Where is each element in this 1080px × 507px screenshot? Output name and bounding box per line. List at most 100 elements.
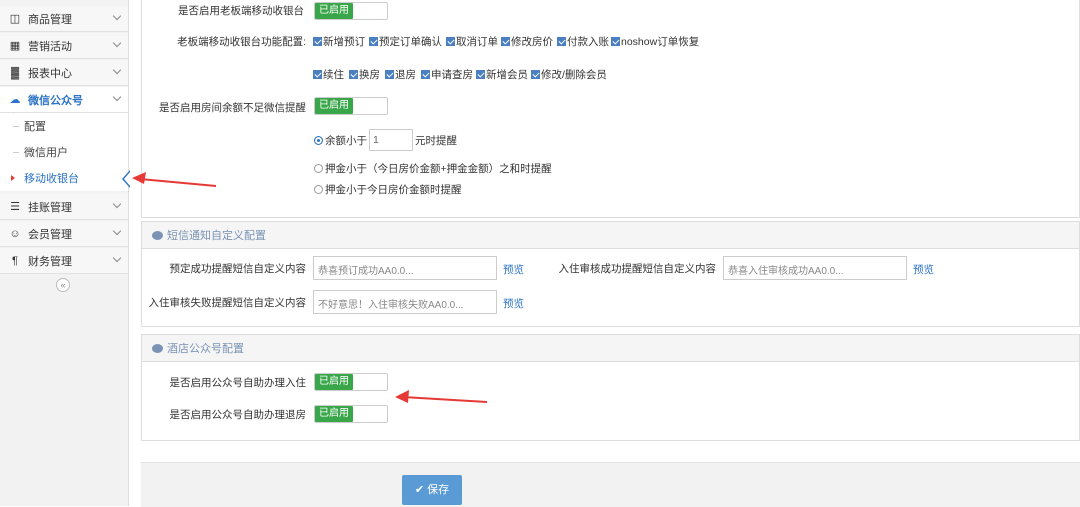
sidebar-item-wechat[interactable]: ☁ 微信公众号 <box>0 87 128 113</box>
chevron-down-icon <box>112 253 122 263</box>
checkbox-label: 申请查房 <box>431 69 473 81</box>
checkbox-checked-icon <box>501 37 510 46</box>
toggle-on-label: 已启用 <box>315 406 353 422</box>
save-button-label: 保存 <box>427 484 450 496</box>
checkbox-edit-member[interactable]: 修改/删除会员 <box>531 67 607 82</box>
checkbox-label: 付款入账 <box>567 36 609 48</box>
checkin-success-preview-link[interactable]: 预览 <box>913 262 934 277</box>
checkin-fail-sms-label: 入住审核失败提醒短信自定义内容 <box>148 297 307 309</box>
checkin-fail-preview-link[interactable]: 预览 <box>503 296 524 311</box>
sidebar-item-finance[interactable]: ¶ 财务管理 <box>0 248 128 274</box>
sidebar-subitem-label: 移动收银台 <box>24 173 79 185</box>
checkbox-label: 取消订单 <box>456 36 498 48</box>
list-icon: ☰ <box>10 201 20 213</box>
save-button[interactable]: ✔ 保存 <box>402 475 462 505</box>
sidebar-subitem-label: 配置 <box>24 121 46 133</box>
sidebar-subitem-config[interactable]: 配置 <box>0 113 128 139</box>
sidebar-item-label: 挂账管理 <box>28 201 72 214</box>
checkbox-payment[interactable]: 付款入账 <box>557 34 609 49</box>
booking-sms-input[interactable]: 恭喜预订成功AA0.0... <box>313 256 497 280</box>
checkin-success-sms-input[interactable]: 恭喜入住审核成功AA0.0... <box>723 256 907 280</box>
submenu-tick <box>13 126 19 127</box>
radio-label-suffix: 元时提醒 <box>415 134 457 147</box>
section-header: 短信通知自定义配置 <box>142 222 1079 249</box>
checkbox-noshow-restore[interactable]: noshow订单恢复 <box>611 34 699 49</box>
submenu-tick <box>13 152 19 153</box>
toggle-on-label: 已启用 <box>315 98 353 114</box>
checkbox-new-member[interactable]: 新增会员 <box>476 67 528 82</box>
toggle-on-label: 已启用 <box>315 374 353 390</box>
checkbox-checked-icon <box>476 70 485 79</box>
sidebar-item-marketing[interactable]: ▦ 营销活动 <box>0 33 128 59</box>
mobile-cashier-label: 是否启用老板端移动收银台 <box>178 5 304 17</box>
self-checkin-toggle[interactable]: 已启用 <box>314 373 388 391</box>
wechat-icon <box>152 343 163 353</box>
sidebar-item-label: 微信公众号 <box>28 94 83 107</box>
radio-unselected-icon <box>314 164 323 173</box>
checkbox-label: 新增预订 <box>323 36 365 48</box>
checkbox-room-check[interactable]: 申请查房 <box>421 67 473 82</box>
sidebar-item-products[interactable]: ◫ 商品管理 <box>0 6 128 32</box>
self-checkin-label: 是否启用公众号自助办理入住 <box>169 377 307 389</box>
radio-balance-below[interactable]: 余额小于 元时提醒 <box>314 129 457 151</box>
radio-label: 押金小于（今日房价金额+押金金额）之和时提醒 <box>325 163 552 175</box>
sidebar-subitem-mobile-cashier[interactable]: 移动收银台 <box>0 165 128 191</box>
sidebar: ◫ 商品管理 ▦ 营销活动 ▓ 报表中心 ☁ 微信公众号 配置 微信用户 移动收… <box>0 0 129 506</box>
checkbox-extend-stay[interactable]: 续住 <box>313 67 344 82</box>
sidebar-subitem-wechat-users[interactable]: 微信用户 <box>0 139 128 165</box>
checkbox-change-room[interactable]: 换房 <box>349 67 380 82</box>
chevron-down-icon <box>112 11 122 21</box>
radio-label: 押金小于今日房价金额时提醒 <box>325 184 462 196</box>
checkbox-label: 修改房价 <box>511 36 553 48</box>
radio-deposit-sum[interactable]: 押金小于（今日房价金额+押金金额）之和时提醒 <box>314 161 552 176</box>
self-checkout-toggle[interactable]: 已启用 <box>314 405 388 423</box>
checkbox-label: 修改/删除会员 <box>541 69 607 81</box>
sidebar-item-label: 报表中心 <box>28 67 72 80</box>
sidebar-item-members[interactable]: ☺ 会员管理 <box>0 221 128 247</box>
radio-deposit-price[interactable]: 押金小于今日房价金额时提醒 <box>314 182 462 197</box>
radio-unselected-icon <box>314 185 323 194</box>
section-header: 酒店公众号配置 <box>142 335 1079 362</box>
mobile-cashier-toggle[interactable]: 已启用 <box>314 2 388 20</box>
sidebar-item-reports[interactable]: ▓ 报表中心 <box>0 60 128 86</box>
section-title: 酒店公众号配置 <box>167 343 244 355</box>
balance-remind-toggle[interactable]: 已启用 <box>314 97 388 115</box>
checkbox-label: 新增会员 <box>486 69 528 81</box>
gift-icon: ▦ <box>9 40 21 52</box>
checkbox-booking-confirm[interactable]: 预定订单确认 <box>369 34 442 49</box>
self-checkout-label: 是否启用公众号自助办理退房 <box>169 409 307 421</box>
sidebar-item-credit[interactable]: ☰ 挂账管理 <box>0 194 128 220</box>
checkbox-checkout[interactable]: 退房 <box>385 67 416 82</box>
section-title: 短信通知自定义配置 <box>167 230 266 242</box>
check-icon: ✔ <box>414 484 428 496</box>
checkbox-checked-icon <box>385 70 394 79</box>
form-footer <box>141 462 1080 507</box>
bullet-icon <box>11 175 15 181</box>
balance-remind-label: 是否启用房间余额不足微信提醒 <box>159 102 306 114</box>
balance-threshold-input[interactable] <box>369 129 413 151</box>
checkbox-new-booking[interactable]: 新增预订 <box>313 34 365 49</box>
sidebar-collapse-button[interactable]: « <box>56 278 70 292</box>
toggle-on-label: 已启用 <box>315 3 353 19</box>
annotation-arrow-icon <box>395 390 488 403</box>
sidebar-item-label: 商品管理 <box>28 13 72 26</box>
booking-sms-label: 预定成功提醒短信自定义内容 <box>169 263 307 275</box>
checkbox-checked-icon <box>369 37 378 46</box>
checkbox-cancel-order[interactable]: 取消订单 <box>446 34 498 49</box>
checkbox-modify-price[interactable]: 修改房价 <box>501 34 553 49</box>
database-icon: ◫ <box>9 13 21 25</box>
checkbox-checked-icon <box>446 37 455 46</box>
chevron-down-icon <box>112 92 122 102</box>
checkbox-label: 退房 <box>395 69 416 81</box>
wechat-icon <box>152 230 163 240</box>
checkbox-checked-icon <box>313 37 322 46</box>
cloud-icon: ☁ <box>9 94 21 106</box>
booking-preview-link[interactable]: 预览 <box>503 262 524 277</box>
checkbox-label: 预定订单确认 <box>379 36 442 48</box>
chevron-down-icon <box>112 65 122 75</box>
checkbox-checked-icon <box>531 70 540 79</box>
sidebar-item-label: 会员管理 <box>28 228 72 241</box>
checkin-fail-sms-input[interactable]: 不好意思！入住审核失败AA0.0... <box>313 290 497 314</box>
bar-chart-icon: ▓ <box>10 66 20 79</box>
annotation-arrow-icon <box>132 172 217 187</box>
